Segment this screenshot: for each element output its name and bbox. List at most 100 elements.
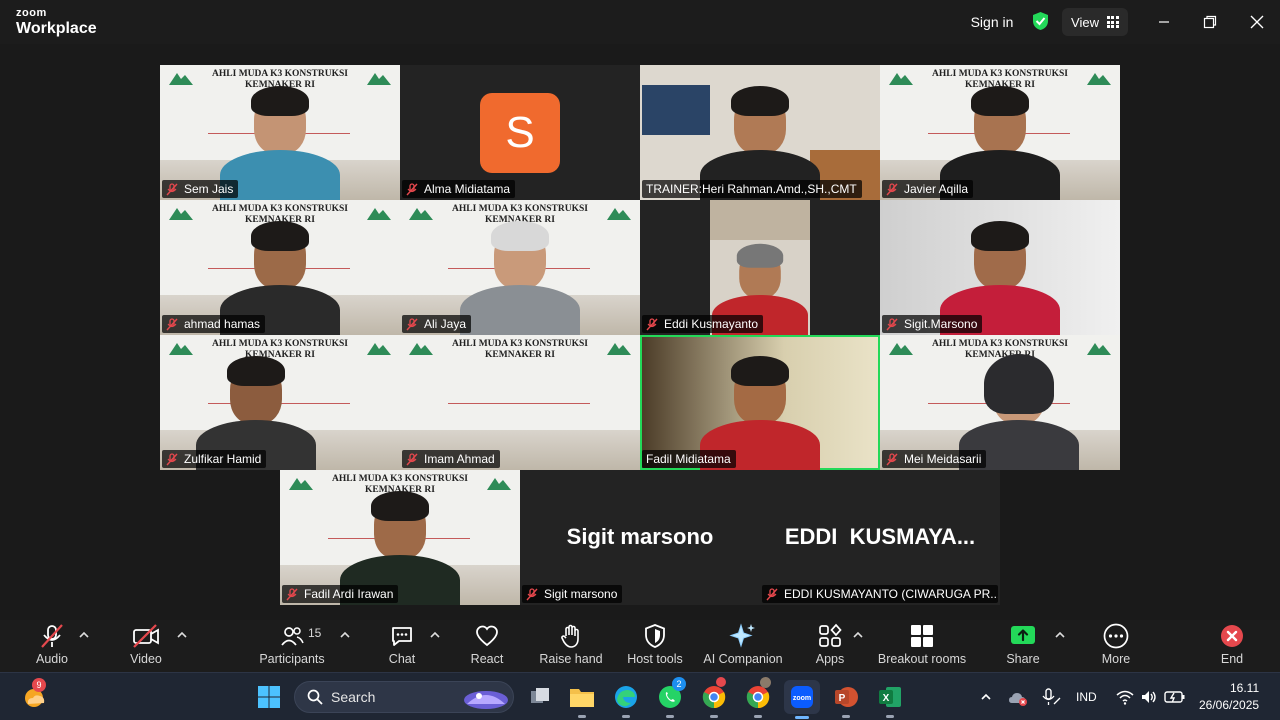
clock-time[interactable]: 16.11 — [1230, 681, 1259, 695]
brand-big: Workplace — [16, 20, 97, 37]
chat-bubble-icon — [389, 622, 415, 650]
video-tile[interactable]: EDDI KUSMAYA... EDDI KUSMAYANTO (CIWARUG… — [760, 470, 1000, 605]
mic-muted-icon — [406, 182, 418, 195]
participants-icon: 15 — [256, 622, 328, 650]
end-call-icon — [1219, 622, 1245, 650]
tray-overflow-chevron-icon[interactable] — [980, 692, 992, 702]
file-explorer-icon[interactable] — [566, 681, 598, 718]
participant-avatar: S — [480, 93, 560, 173]
restore-icon[interactable] — [1190, 8, 1230, 36]
whatsapp-icon[interactable]: 2 — [654, 677, 686, 718]
participant-name-bar: EDDI KUSMAYANTO (CIWARUGA PR... — [762, 585, 998, 603]
video-tile[interactable]: Sigit marsono Sigit marsono — [520, 470, 760, 605]
apps-icon — [817, 622, 843, 650]
participant-name-bar: Sigit marsono — [522, 585, 623, 603]
breakout-rooms-button[interactable]: Breakout rooms — [876, 622, 968, 670]
video-tile[interactable]: AHLI MUDA K3 KONSTRUKSI KEMNAKER RI Fadil… — [280, 470, 520, 605]
audio-options-chevron-icon[interactable] — [78, 630, 90, 640]
start-button-icon[interactable] — [253, 681, 285, 713]
excel-icon[interactable]: X — [874, 681, 906, 718]
participant-name-bar: Ali Jaya — [402, 315, 472, 333]
participant-name-bar: Fadil Midiatama — [642, 450, 736, 468]
chat-options-chevron-icon[interactable] — [429, 630, 441, 640]
apps-button[interactable]: Apps — [810, 622, 850, 670]
close-icon[interactable] — [1237, 8, 1277, 36]
share-options-chevron-icon[interactable] — [1054, 630, 1066, 640]
chrome-icon[interactable] — [698, 677, 730, 718]
share-button[interactable]: Share — [1002, 622, 1044, 670]
participant-name-bar: Javier Aqilla — [882, 180, 974, 198]
input-language[interactable]: IND — [1076, 690, 1097, 704]
clock-date[interactable]: 26/06/2025 — [1199, 698, 1259, 712]
meeting-toolbar: Audio Video 15 Participants Chat React R… — [0, 620, 1280, 672]
svg-text:zoom: zoom — [793, 695, 811, 702]
mic-muted-icon — [886, 452, 898, 465]
mic-muted-icon — [166, 452, 178, 465]
video-tile[interactable]: Sigit.Marsono — [880, 200, 1120, 335]
weather-widget-icon[interactable]: 9 — [18, 678, 50, 713]
participant-name-bar: Sigit.Marsono — [882, 315, 983, 333]
microphone-in-use-icon[interactable] — [1040, 687, 1062, 707]
security-shield-icon[interactable] — [1031, 11, 1050, 31]
battery-charging-icon[interactable] — [1164, 689, 1186, 705]
video-tile-active-speaker[interactable]: Fadil Midiatama — [640, 335, 880, 470]
video-button[interactable]: Video — [124, 622, 168, 670]
video-tile[interactable]: AHLI MUDA K3 KONSTRUKSI KEMNAKER RI Zulfi… — [160, 335, 400, 470]
search-label: Search — [331, 689, 376, 705]
mic-muted-icon — [39, 622, 65, 650]
mic-muted-icon — [886, 317, 898, 330]
more-button[interactable]: More — [1096, 622, 1136, 670]
participants-button[interactable]: 15 Participants — [256, 622, 328, 670]
apps-options-chevron-icon[interactable] — [852, 630, 864, 640]
video-tile[interactable]: TRAINER:Heri Rahman.Amd.,SH.,CMT — [640, 65, 880, 200]
audio-button[interactable]: Audio — [30, 622, 74, 670]
chrome-profile-icon[interactable] — [742, 677, 774, 718]
video-options-chevron-icon[interactable] — [176, 630, 188, 640]
view-button[interactable]: View — [1062, 8, 1128, 36]
wifi-icon[interactable] — [1116, 689, 1134, 705]
powerpoint-icon[interactable]: P — [830, 681, 862, 718]
svg-text:X: X — [883, 693, 890, 704]
heart-icon — [474, 622, 500, 650]
mic-muted-icon — [886, 182, 898, 195]
video-tile[interactable]: S Alma Midiatama — [400, 65, 640, 200]
minimize-icon[interactable] — [1144, 8, 1184, 36]
participant-name-bar: Fadil Ardi Irawan — [282, 585, 399, 603]
video-tile[interactable]: AHLI MUDA K3 KONSTRUKSI KEMNAKER RI Ali J… — [400, 200, 640, 335]
video-tile[interactable]: AHLI MUDA K3 KONSTRUKSI KEMNAKER RI Sem J… — [160, 65, 400, 200]
mic-muted-icon — [646, 317, 658, 330]
search-highlight-icon — [464, 691, 508, 709]
sign-in-button[interactable]: Sign in — [960, 8, 1024, 36]
chat-button[interactable]: Chat — [382, 622, 422, 670]
video-tile[interactable]: AHLI MUDA K3 KONSTRUKSI KEMNAKER RI Imam … — [400, 335, 640, 470]
grid-view-icon — [1106, 16, 1119, 28]
taskbar-search-input[interactable]: Search — [294, 681, 514, 713]
mic-muted-icon — [166, 317, 178, 330]
edge-browser-icon[interactable] — [610, 681, 642, 718]
task-view-icon[interactable] — [524, 681, 556, 713]
volume-icon[interactable] — [1140, 689, 1158, 705]
zoom-app-icon[interactable]: zoom — [784, 680, 820, 719]
host-tools-button[interactable]: Host tools — [624, 622, 686, 670]
participant-display-name: EDDI KUSMAYA... — [784, 524, 976, 549]
video-tile[interactable]: Eddi Kusmayanto — [640, 200, 880, 335]
view-label: View — [1071, 14, 1099, 30]
breakout-rooms-icon — [909, 622, 935, 650]
slide-header: AHLI MUDA K3 KONSTRUKSI KEMNAKER RI — [212, 339, 348, 360]
video-tile[interactable]: AHLI MUDA K3 KONSTRUKSI KEMNAKER RI Mei M… — [880, 335, 1120, 470]
ai-companion-button[interactable]: AI Companion — [701, 622, 785, 670]
end-meeting-button[interactable]: End — [1214, 622, 1250, 670]
raise-hand-button[interactable]: Raise hand — [538, 622, 604, 670]
participants-options-chevron-icon[interactable] — [339, 630, 351, 640]
participant-video — [460, 221, 580, 335]
participants-count: 15 — [308, 626, 322, 640]
participant-name-bar: Imam Ahmad — [402, 450, 500, 468]
mic-muted-icon — [406, 452, 418, 465]
react-button[interactable]: React — [466, 622, 508, 670]
mic-muted-icon — [766, 587, 778, 600]
video-off-icon — [131, 622, 161, 650]
slide-header: AHLI MUDA K3 KONSTRUKSI KEMNAKER RI — [452, 339, 588, 360]
video-tile[interactable]: AHLI MUDA K3 KONSTRUKSI KEMNAKER RI Javie… — [880, 65, 1120, 200]
video-tile[interactable]: AHLI MUDA K3 KONSTRUKSI KEMNAKER RI ahmad… — [160, 200, 400, 335]
cloud-sync-error-icon[interactable] — [1008, 689, 1028, 707]
